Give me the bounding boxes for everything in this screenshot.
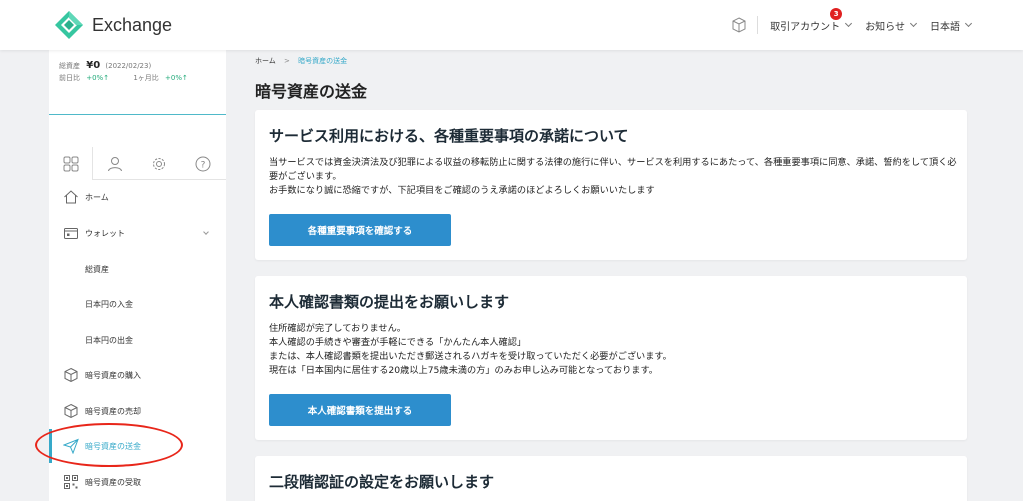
language-dropdown[interactable]: 日本語 <box>930 18 973 33</box>
breadcrumb: ホーム > 暗号資産の送金 <box>255 56 347 66</box>
chevron-down-icon <box>964 19 973 28</box>
card-title: 本人確認書類の提出をお願いします <box>269 293 510 311</box>
sidebar-item-label: 総資産 <box>85 264 109 274</box>
month-change-value: +0%↑ <box>165 74 188 82</box>
sidebar-item-label: 暗号資産の送金 <box>85 441 141 451</box>
header-right-menu: 取引アカウント 3 お知らせ 日本語 <box>731 0 973 50</box>
chevron-down-icon <box>909 19 918 28</box>
card-terms: サービス利用における、各種重要事項の承諾について 当サービスでは資金決済法及び犯… <box>255 110 967 260</box>
send-icon <box>63 438 79 454</box>
day-change-label: 前日比 <box>59 74 80 82</box>
sidebar-item-label: 日本円の入金 <box>85 299 133 309</box>
sidebar-item-label: 暗号資産の受取 <box>85 477 141 487</box>
total-assets-value: ¥0 <box>86 60 101 71</box>
language-label: 日本語 <box>930 21 960 33</box>
card-text-line: 現在は「日本国内に居住する20歳以上75歳未満の方」のみお申し込み可能となってお… <box>269 365 658 376</box>
tab-settings[interactable] <box>137 147 181 180</box>
chevron-down-icon <box>845 19 853 28</box>
card-body: 当サービスでは資金決済法及び犯罪による収益の移転防止に関する法律の施行に伴い、サ… <box>269 156 959 198</box>
logo-text: Exchange <box>92 14 173 35</box>
sidebar-item-label: ウォレット <box>85 228 125 238</box>
cube-icon <box>64 403 78 419</box>
sidebar-item-buy-crypto[interactable]: 暗号資産の購入 <box>49 358 226 392</box>
sidebar-item-label: ホーム <box>85 192 109 202</box>
tab-user[interactable] <box>93 147 137 180</box>
dashboard-icon <box>63 156 78 171</box>
qr-icon <box>64 475 78 489</box>
svg-text:?: ? <box>201 160 206 170</box>
chevron-down-icon <box>203 229 209 235</box>
sidebar-item-wallet[interactable]: ウォレット <box>49 216 226 250</box>
sidebar-item-sell-crypto[interactable]: 暗号資産の売却 <box>49 394 226 428</box>
card-title: 二段階認証の設定をお願いします <box>269 473 495 491</box>
breadcrumb-current: 暗号資産の送金 <box>298 57 348 65</box>
notice-dropdown[interactable]: お知らせ <box>865 18 918 33</box>
card-text-line: 住所確認が完了しておりません。 <box>269 323 406 334</box>
user-icon <box>108 156 122 171</box>
card-text-line: お手数になり誠に恐縮ですが、下記項目をご確認のうえ承諾のほどよろしくお願いいたし… <box>269 185 655 196</box>
card-text-line: または、本人確認書類を提出いただき郵送されるハガキを受け取っていただく必要がござ… <box>269 351 672 362</box>
account-dropdown[interactable]: 取引アカウント 3 <box>770 7 853 33</box>
sidebar-subitem-jpy-withdraw[interactable]: 日本円の出金 <box>49 323 226 357</box>
month-change-label: 1ヶ月比 <box>133 74 159 82</box>
card-identity: 本人確認書類の提出をお願いします 住所確認が完了しておりません。 本人確認の手続… <box>255 276 967 440</box>
main-content: ホーム > 暗号資産の送金 暗号資産の送金 サービス利用における、各種重要事項の… <box>255 50 967 501</box>
tab-help[interactable]: ? <box>181 147 225 180</box>
wallet-icon <box>64 228 78 239</box>
sidebar-item-send-crypto[interactable]: 暗号資産の送金 <box>49 429 226 463</box>
top-header: Exchange 取引アカウント 3 お知らせ 日本語 <box>0 0 1023 50</box>
home-icon <box>64 190 78 204</box>
page-title: 暗号資産の送金 <box>255 82 368 101</box>
confirm-terms-button[interactable]: 各種重要事項を確認する <box>269 214 451 246</box>
assets-date: (2022/02/23) <box>105 62 152 70</box>
header-divider <box>757 16 759 34</box>
logo[interactable]: Exchange <box>54 10 172 40</box>
active-indicator <box>49 429 52 463</box>
submit-identity-button[interactable]: 本人確認書類を提出する <box>269 394 451 426</box>
sidebar-tabs: ? <box>49 147 226 180</box>
breadcrumb-separator: > <box>284 57 290 65</box>
sidebar-subitem-total-assets[interactable]: 総資産 <box>49 252 226 286</box>
card-two-factor: 二段階認証の設定をお願いします <box>255 456 967 501</box>
sidebar-item-label: 暗号資産の売却 <box>85 406 141 416</box>
total-assets-row: 総資産 ¥0 (2022/02/23) <box>59 60 151 71</box>
logo-diamond-icon <box>55 11 83 39</box>
sidebar-subitem-jpy-deposit[interactable]: 日本円の入金 <box>49 287 226 321</box>
account-label: 取引アカウント <box>770 21 841 33</box>
sidebar-item-receive-crypto[interactable]: 暗号資産の受取 <box>49 465 226 499</box>
day-change-value: +0%↑ <box>86 74 110 82</box>
card-title: サービス利用における、各種重要事項の承諾について <box>269 127 629 145</box>
asset-summary: 総資産 ¥0 (2022/02/23) 前日比 +0%↑ 1ヶ月比 +0%↑ <box>49 50 226 115</box>
sidebar: 総資産 ¥0 (2022/02/23) 前日比 +0%↑ 1ヶ月比 +0%↑ ?… <box>49 50 226 501</box>
help-icon: ? <box>195 156 211 171</box>
sidebar-item-home[interactable]: ホーム <box>49 180 226 214</box>
tab-dashboard[interactable] <box>49 147 93 180</box>
card-text-line: 本人確認の手続きや審査が手軽にできる「かんたん本人確認」 <box>269 337 527 348</box>
gear-icon <box>153 157 165 170</box>
notice-label: お知らせ <box>865 21 905 33</box>
cube-icon <box>64 367 78 383</box>
sidebar-item-label: 暗号資産の購入 <box>85 370 141 380</box>
change-row: 前日比 +0%↑ 1ヶ月比 +0%↑ <box>59 73 188 83</box>
breadcrumb-home[interactable]: ホーム <box>255 57 276 65</box>
card-text-line: 当サービスでは資金決済法及び犯罪による収益の移転防止に関する法律の施行に伴い、サ… <box>269 157 957 182</box>
notification-badge: 3 <box>830 7 843 20</box>
cube-icon[interactable] <box>731 17 747 33</box>
card-body: 住所確認が完了しておりません。 本人確認の手続きや審査が手軽にできる「かんたん本… <box>269 322 959 378</box>
sidebar-item-label: 日本円の出金 <box>85 335 133 345</box>
total-assets-label: 総資産 <box>59 62 80 70</box>
